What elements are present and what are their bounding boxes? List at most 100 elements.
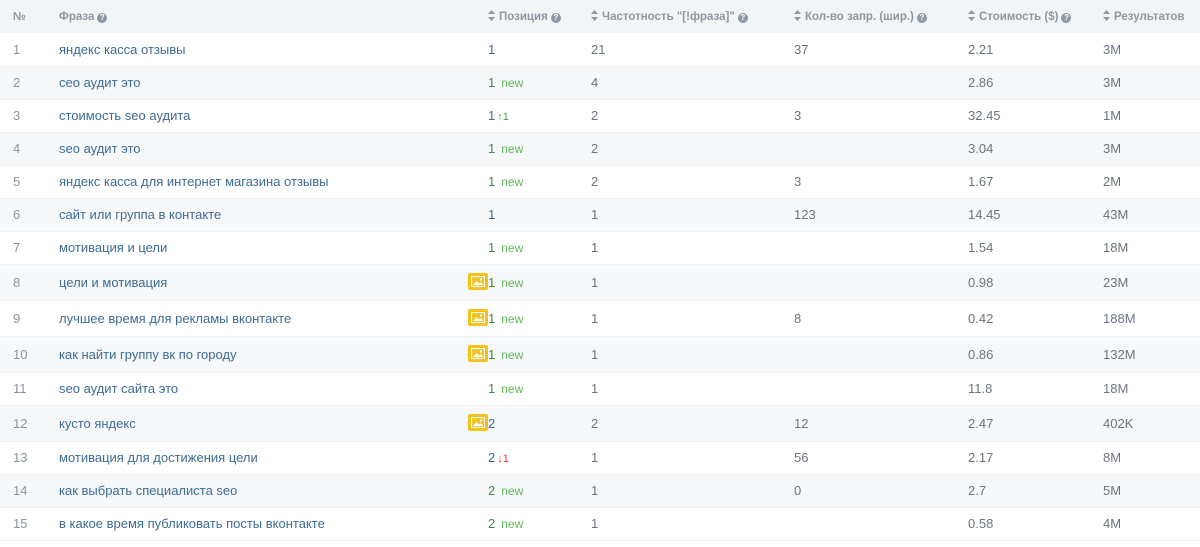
new-badge: new [501, 275, 524, 290]
cost-cell: 0.42 [968, 300, 1103, 337]
table-row[interactable]: 3 стоимость seo аудита 1 ↑1 2 3 32.45 1M [0, 99, 1200, 133]
image-icon[interactable] [468, 309, 488, 326]
sort-icon[interactable] [968, 10, 975, 21]
position-value: 1 [488, 141, 496, 156]
table-row[interactable]: 9 лучшее время для рекламы вконтакте 1 new 1… [0, 300, 1200, 337]
phrase-link[interactable]: сео аудит это [59, 75, 141, 90]
sort-icon[interactable] [1103, 10, 1110, 21]
phrase-link[interactable]: seo аудит это [59, 141, 141, 156]
phrase-cell[interactable]: яндекс касса для интернет магазина отзыв… [59, 165, 488, 199]
new-badge: new [501, 517, 524, 531]
phrase-cell[interactable]: seo аудит сайта это [59, 372, 488, 406]
table-row[interactable]: 5 яндекс касса для интернет магазина отзы… [0, 165, 1200, 199]
position-cell: 1 new [488, 300, 591, 337]
header-frequency[interactable]: Частотность "[!фраза]"? [591, 0, 794, 33]
phrase-link[interactable]: яндекс касса для интернет магазина отзыв… [59, 174, 329, 189]
table-row[interactable]: 10 как найти группу вк по городу 1 new 1 0.86… [0, 336, 1200, 373]
help-icon[interactable]: ? [916, 13, 927, 23]
broad-count-cell [794, 231, 968, 265]
table-row[interactable]: 2 сео аудит это 1 new 4 2.86 3M [0, 66, 1200, 100]
header-broad[interactable]: Кол-во запр. (шир.)? [794, 0, 968, 33]
table-row[interactable]: 15 в какое время публиковать посты вконта… [0, 507, 1200, 541]
table-row[interactable]: 14 как выбрать специалиста seo 2 new 1 0 2.7 5M [0, 474, 1200, 508]
results-cell: 23M [1103, 264, 1200, 301]
row-number: 9 [0, 300, 59, 337]
cost-cell: 0.58 [968, 507, 1103, 541]
phrase-cell[interactable]: мотивация для достижения цели [59, 441, 488, 475]
frequency-cell: 1 [591, 336, 794, 373]
table-row[interactable]: 1 яндекс касса отзывы 1 21 37 2.21 3M [0, 33, 1200, 67]
results-cell: 4M [1103, 507, 1200, 541]
new-badge: new [501, 347, 524, 362]
table-row[interactable]: 7 мотивация и цели 1 new 1 1.54 18M [0, 231, 1200, 265]
new-badge: new [501, 142, 524, 156]
row-number: 11 [0, 372, 59, 406]
header-cost[interactable]: Стоимость ($)? [968, 0, 1103, 33]
phrase-link[interactable]: стоимость seo аудита [59, 108, 190, 123]
position-cell: 1 [488, 33, 591, 67]
sort-icon[interactable] [794, 10, 801, 21]
phrase-cell[interactable]: сайт или группа в контакте [59, 198, 488, 232]
help-icon[interactable]: ? [550, 13, 561, 23]
phrase-cell[interactable]: мотивация и цели [59, 231, 488, 265]
image-icon[interactable] [468, 345, 488, 362]
image-icon[interactable] [468, 414, 488, 431]
table-row[interactable]: 4 seo аудит это 1 new 2 3.04 3M [0, 132, 1200, 166]
table-row[interactable]: 11 seo аудит сайта это 1 new 1 11.8 18M [0, 372, 1200, 406]
results-cell: 132M [1103, 336, 1200, 373]
sort-icon[interactable] [591, 10, 598, 21]
phrase-link[interactable]: как выбрать специалиста seo [59, 483, 237, 498]
phrase-cell[interactable]: лучшее время для рекламы вконтакте [59, 300, 488, 337]
header-position[interactable]: Позиция? [488, 0, 591, 33]
table-row[interactable]: 8 цели и мотивация 1 new 1 0.98 23M [0, 264, 1200, 301]
header-phrase[interactable]: Фраза? [59, 0, 488, 33]
broad-count-cell: 12 [794, 405, 968, 442]
help-icon[interactable]: ? [737, 13, 748, 23]
help-icon[interactable]: ? [97, 12, 108, 23]
phrase-link[interactable]: мотивация и цели [59, 240, 167, 255]
phrase-cell[interactable]: цели и мотивация [59, 264, 488, 301]
position-value: 1 [488, 108, 496, 123]
position-value: 1 [488, 75, 496, 90]
header-results[interactable]: Результатов [1103, 0, 1200, 33]
phrase-cell[interactable]: кусто яндекс [59, 405, 488, 442]
phrase-link[interactable]: сайт или группа в контакте [59, 207, 221, 222]
phrase-cell[interactable]: сео аудит это [59, 66, 488, 100]
phrase-link[interactable]: в какое время публиковать посты вконтакт… [59, 516, 325, 531]
sort-icon[interactable] [488, 10, 495, 21]
phrase-link[interactable]: лучшее время для рекламы вконтакте [59, 311, 291, 326]
image-icon[interactable] [468, 273, 488, 290]
cost-cell: 2.21 [968, 33, 1103, 67]
phrase-link[interactable]: как найти группу вк по городу [59, 347, 237, 362]
frequency-cell: 2 [591, 405, 794, 442]
phrase-cell[interactable]: seo аудит это [59, 132, 488, 166]
cost-cell: 2.17 [968, 441, 1103, 475]
phrase-cell[interactable]: как найти группу вк по городу [59, 336, 488, 373]
broad-count-cell: 123 [794, 198, 968, 232]
broad-count-cell [794, 336, 968, 373]
table-row[interactable]: 13 мотивация для достижения цели 2 ↓1 1 56 2.1… [0, 441, 1200, 475]
phrase-cell[interactable]: в какое время публиковать посты вконтакт… [59, 507, 488, 541]
phrase-link[interactable]: цели и мотивация [59, 275, 167, 290]
phrase-link[interactable]: кусто яндекс [59, 416, 136, 431]
phrase-link[interactable]: мотивация для достижения цели [59, 450, 258, 465]
broad-count-cell: 0 [794, 474, 968, 508]
frequency-cell: 2 [591, 165, 794, 199]
cost-cell: 32.45 [968, 99, 1103, 133]
cost-cell: 2.47 [968, 405, 1103, 442]
results-cell: 1M [1103, 99, 1200, 133]
results-cell: 18M [1103, 231, 1200, 265]
frequency-cell: 4 [591, 66, 794, 100]
phrase-cell[interactable]: яндекс касса отзывы [59, 33, 488, 67]
help-icon[interactable]: ? [1061, 13, 1072, 23]
position-cell: 1 new [488, 336, 591, 373]
results-cell: 3M [1103, 66, 1200, 100]
frequency-cell: 1 [591, 441, 794, 475]
results-cell: 188M [1103, 300, 1200, 337]
phrase-link[interactable]: яндекс касса отзывы [59, 42, 185, 57]
table-row[interactable]: 6 сайт или группа в контакте 1 1 123 14.45 43M [0, 198, 1200, 232]
phrase-link[interactable]: seo аудит сайта это [59, 381, 178, 396]
phrase-cell[interactable]: как выбрать специалиста seo [59, 474, 488, 508]
phrase-cell[interactable]: стоимость seo аудита [59, 99, 488, 133]
table-row[interactable]: 12 кусто яндекс 2 2 12 2.47 402K [0, 405, 1200, 442]
